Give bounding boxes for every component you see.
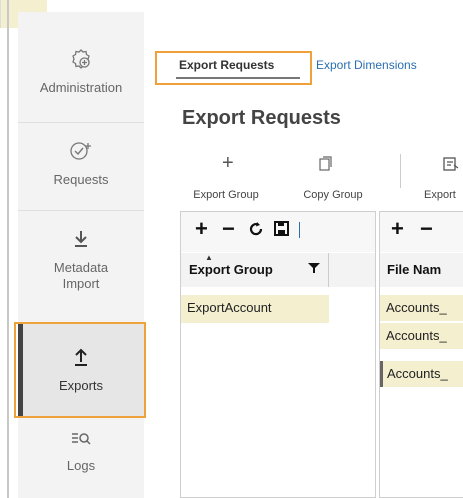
sidebar-nav: Administration Requests Metadata Import [18,12,144,498]
left-grid-toolbar: + − [181,212,375,252]
sidebar-item-logs[interactable]: Logs [18,430,144,474]
sidebar-item-metadata-import[interactable]: Metadata Import [18,228,144,292]
logs-search-icon [70,430,92,452]
table-row[interactable]: Accounts_ [380,295,463,321]
export-group-button[interactable]: Export Group [186,189,266,201]
right-grid-header: File Nam [380,253,463,287]
right-grid-toolbar: + − [380,212,463,252]
sidebar-item-label-line1: Metadata [53,260,109,275]
page-title: Export Requests [182,107,341,129]
export-doc-icon [443,156,459,177]
column-header-file-name[interactable]: File Nam [387,262,441,277]
toolbar-separator [299,222,300,238]
left-grid-header: ▲ Export Group [181,253,375,287]
toolbar-separator [400,154,401,188]
exports-highlight-box [14,322,146,418]
sidebar-divider [18,122,144,123]
column-header-export-group[interactable]: Export Group [189,262,273,277]
sidebar-divider [18,210,144,211]
copy-group-button[interactable]: Copy Group [294,189,372,201]
sidebar-item-label-line2: Import [62,276,100,291]
export-button[interactable]: Export [424,189,456,201]
remove-row-icon[interactable]: − [222,218,235,240]
sidebar-item-administration[interactable]: Administration [18,48,144,96]
column-divider [328,253,329,287]
sidebar-item-label: Logs [66,458,96,473]
add-row-icon[interactable]: + [391,218,404,240]
add-icon: + [222,152,234,174]
add-row-icon[interactable]: + [195,218,208,240]
check-plus-icon [69,140,93,166]
table-row[interactable]: Accounts_ [380,361,463,387]
window-edge-divider [7,0,9,498]
save-icon[interactable] [274,221,289,241]
sidebar-item-label: Requests [53,172,109,187]
table-row[interactable]: ExportAccount [181,295,329,323]
table-row[interactable]: Accounts_ [380,323,463,349]
filter-icon[interactable] [308,262,320,277]
sidebar-item-requests[interactable]: Requests [18,140,144,188]
refresh-icon[interactable] [248,221,264,242]
copy-icon [318,156,332,177]
remove-row-icon[interactable]: − [420,218,433,240]
import-arrow-down-icon [71,228,91,254]
sort-ascending-icon: ▲ [205,253,213,262]
sidebar-item-label: Administration [39,80,123,95]
export-requests-tab-highlight-box [155,51,312,85]
admin-gear-plus-icon [70,48,92,74]
tab-export-dimensions[interactable]: Export Dimensions [316,58,417,72]
